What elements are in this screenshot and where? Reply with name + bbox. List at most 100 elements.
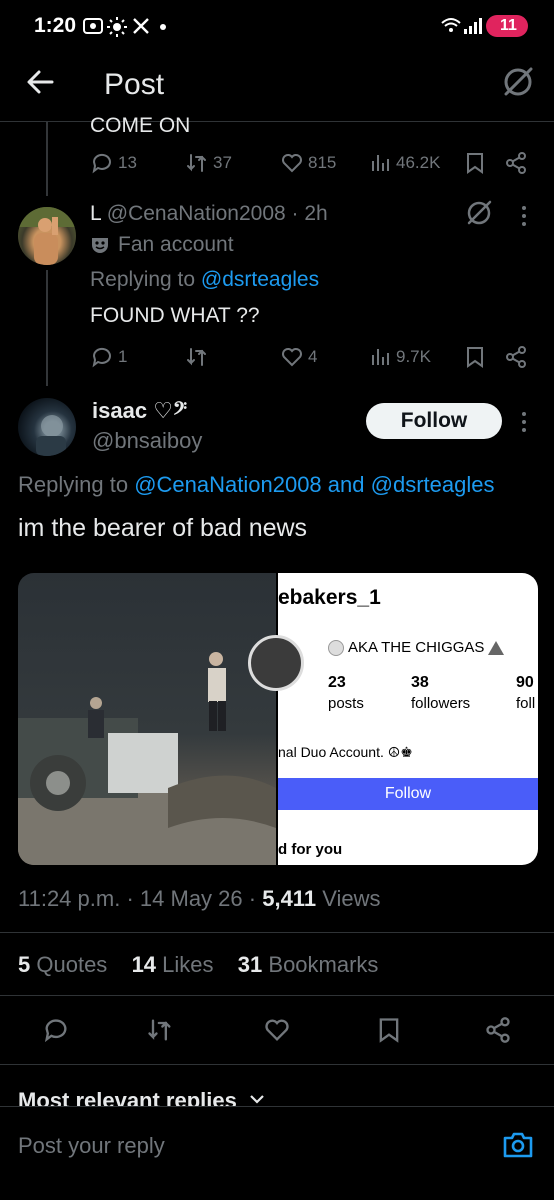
tweet-text: im the bearer of bad news	[18, 514, 308, 542]
ig-avatar	[248, 635, 304, 691]
ig-username: ebakers_1	[278, 586, 381, 609]
like-count: 4	[308, 347, 318, 366]
user-handle[interactable]: @CenaNation2008	[107, 202, 286, 225]
reply-icon	[92, 153, 111, 174]
views-icon	[372, 155, 389, 171]
reply-composer-bar	[0, 1106, 554, 1200]
reply-tweet-text: FOUND WHAT ??	[90, 304, 260, 327]
avatar[interactable]	[18, 207, 76, 265]
display-name[interactable]: L	[90, 202, 101, 225]
views-label: Views	[322, 886, 381, 911]
reply-count: 13	[118, 153, 137, 172]
like-button[interactable]: 4	[280, 345, 317, 369]
follow-button[interactable]: Follow	[366, 403, 502, 439]
views-icon	[372, 349, 389, 365]
thread-line	[46, 122, 48, 196]
divider	[0, 995, 554, 996]
camera-icon[interactable]	[502, 1129, 534, 1159]
ig-posts-label: posts	[328, 695, 364, 712]
chevron-down-icon[interactable]	[248, 1092, 266, 1106]
share-icon[interactable]	[504, 151, 528, 175]
replying-to-prefix: Replying to	[90, 268, 196, 291]
replying-to-prefix: Replying to	[18, 472, 129, 497]
grok-icon[interactable]	[464, 198, 494, 228]
avatar[interactable]	[18, 398, 76, 456]
ig-following-label: foll	[516, 695, 536, 712]
views-count: 9.7K	[396, 347, 431, 366]
share-button[interactable]	[484, 1016, 512, 1044]
media-photo-left[interactable]	[18, 573, 276, 865]
reply-icon	[92, 347, 111, 368]
tweet-media[interactable]: ebakers_1 AKA THE CHIGGAS 23 posts 38 fo…	[18, 573, 538, 865]
status-time: 1:20	[34, 14, 77, 37]
mention-link[interactable]: @dsrteagles	[201, 268, 319, 291]
ig-posts-count: 23	[328, 674, 346, 691]
display-name-text: isaac	[92, 398, 148, 423]
ig-onigiri-icon	[488, 640, 505, 655]
screen-record-icon	[82, 16, 104, 36]
quotes-link[interactable]: 5 Quotes	[18, 952, 113, 977]
like-count: 815	[308, 153, 337, 172]
ig-following-count: 90	[516, 674, 534, 691]
likes-link[interactable]: 14 Likes	[132, 952, 220, 977]
replying-and: and	[327, 472, 365, 497]
tweet-timestamp: 11:24 p.m. · 14 May 26 · 5,411 Views	[18, 886, 381, 911]
more-options-icon[interactable]	[520, 410, 528, 434]
ig-footer: d for you	[278, 841, 343, 858]
ig-bio-name-text: AKA THE CHIGGAS	[348, 639, 485, 656]
top-app-bar: Post	[0, 52, 554, 122]
previous-tweet-text: COME ON	[90, 114, 191, 134]
display-name-emoji: ♡𝄢	[153, 398, 188, 423]
brightness-icon	[106, 16, 128, 38]
views-button[interactable]: 9.7K	[370, 345, 431, 369]
back-arrow-icon[interactable]	[24, 66, 56, 98]
display-name[interactable]: isaac ♡𝄢	[92, 398, 187, 424]
like-button[interactable]	[262, 1016, 292, 1044]
bookmarks-count: 31	[237, 952, 263, 977]
reply-button[interactable]: 1	[90, 345, 127, 369]
bookmark-icon[interactable]	[464, 151, 486, 175]
tweet-time: · 2h	[291, 202, 328, 225]
ig-followers-label: followers	[411, 695, 471, 712]
repost-button[interactable]: 37	[185, 151, 232, 175]
repost-button[interactable]	[185, 345, 213, 369]
more-options-icon[interactable]	[520, 204, 528, 228]
bookmark-icon[interactable]	[464, 345, 486, 369]
mention-link[interactable]: @CenaNation2008	[134, 472, 321, 497]
bookmark-button[interactable]	[376, 1016, 402, 1044]
quotes-count: 5	[18, 952, 31, 977]
sort-replies-label: Most relevant replies	[18, 1088, 237, 1108]
repost-button[interactable]	[146, 1016, 174, 1044]
share-icon[interactable]	[504, 345, 528, 369]
grok-icon[interactable]	[500, 64, 536, 100]
mention-link[interactable]: @dsrteagles	[371, 472, 495, 497]
replying-to-line: Replying to @CenaNation2008 and @dsrteag…	[18, 472, 494, 498]
media-screenshot-right[interactable]: ebakers_1 AKA THE CHIGGAS 23 posts 38 fo…	[248, 573, 538, 865]
likes-count: 14	[131, 952, 157, 977]
like-button[interactable]: 815	[280, 151, 336, 175]
ig-followers-count: 38	[411, 674, 429, 691]
heart-icon	[282, 348, 302, 367]
heart-icon	[282, 154, 302, 173]
status-bar: 1:20 11	[0, 0, 554, 52]
reply-input[interactable]	[18, 1131, 488, 1161]
bookmark-icon	[379, 1018, 399, 1043]
x-app-icon	[131, 16, 151, 36]
heart-icon	[265, 1019, 289, 1041]
bookmarks-link[interactable]: 31 Bookmarks	[238, 952, 379, 977]
divider	[0, 1064, 554, 1065]
battery-indicator: 11	[486, 15, 528, 37]
user-handle[interactable]: @bnsaiboy	[92, 428, 202, 454]
reply-button[interactable]: 13	[90, 151, 137, 175]
views-count: 46.2K	[396, 153, 441, 172]
views-button[interactable]: 46.2K	[370, 151, 440, 175]
fan-account-text: Fan account	[118, 233, 234, 256]
repost-count: 37	[213, 153, 232, 172]
sort-replies-dropdown[interactable]: Most relevant replies	[18, 1088, 278, 1108]
ig-bio: nal Duo Account. ☮♚	[278, 744, 413, 760]
wifi-icon	[440, 16, 462, 36]
reply-button[interactable]	[42, 1016, 70, 1044]
ig-ball-icon	[328, 639, 344, 656]
quotes-label: Quotes	[36, 952, 108, 977]
divider	[0, 932, 554, 933]
